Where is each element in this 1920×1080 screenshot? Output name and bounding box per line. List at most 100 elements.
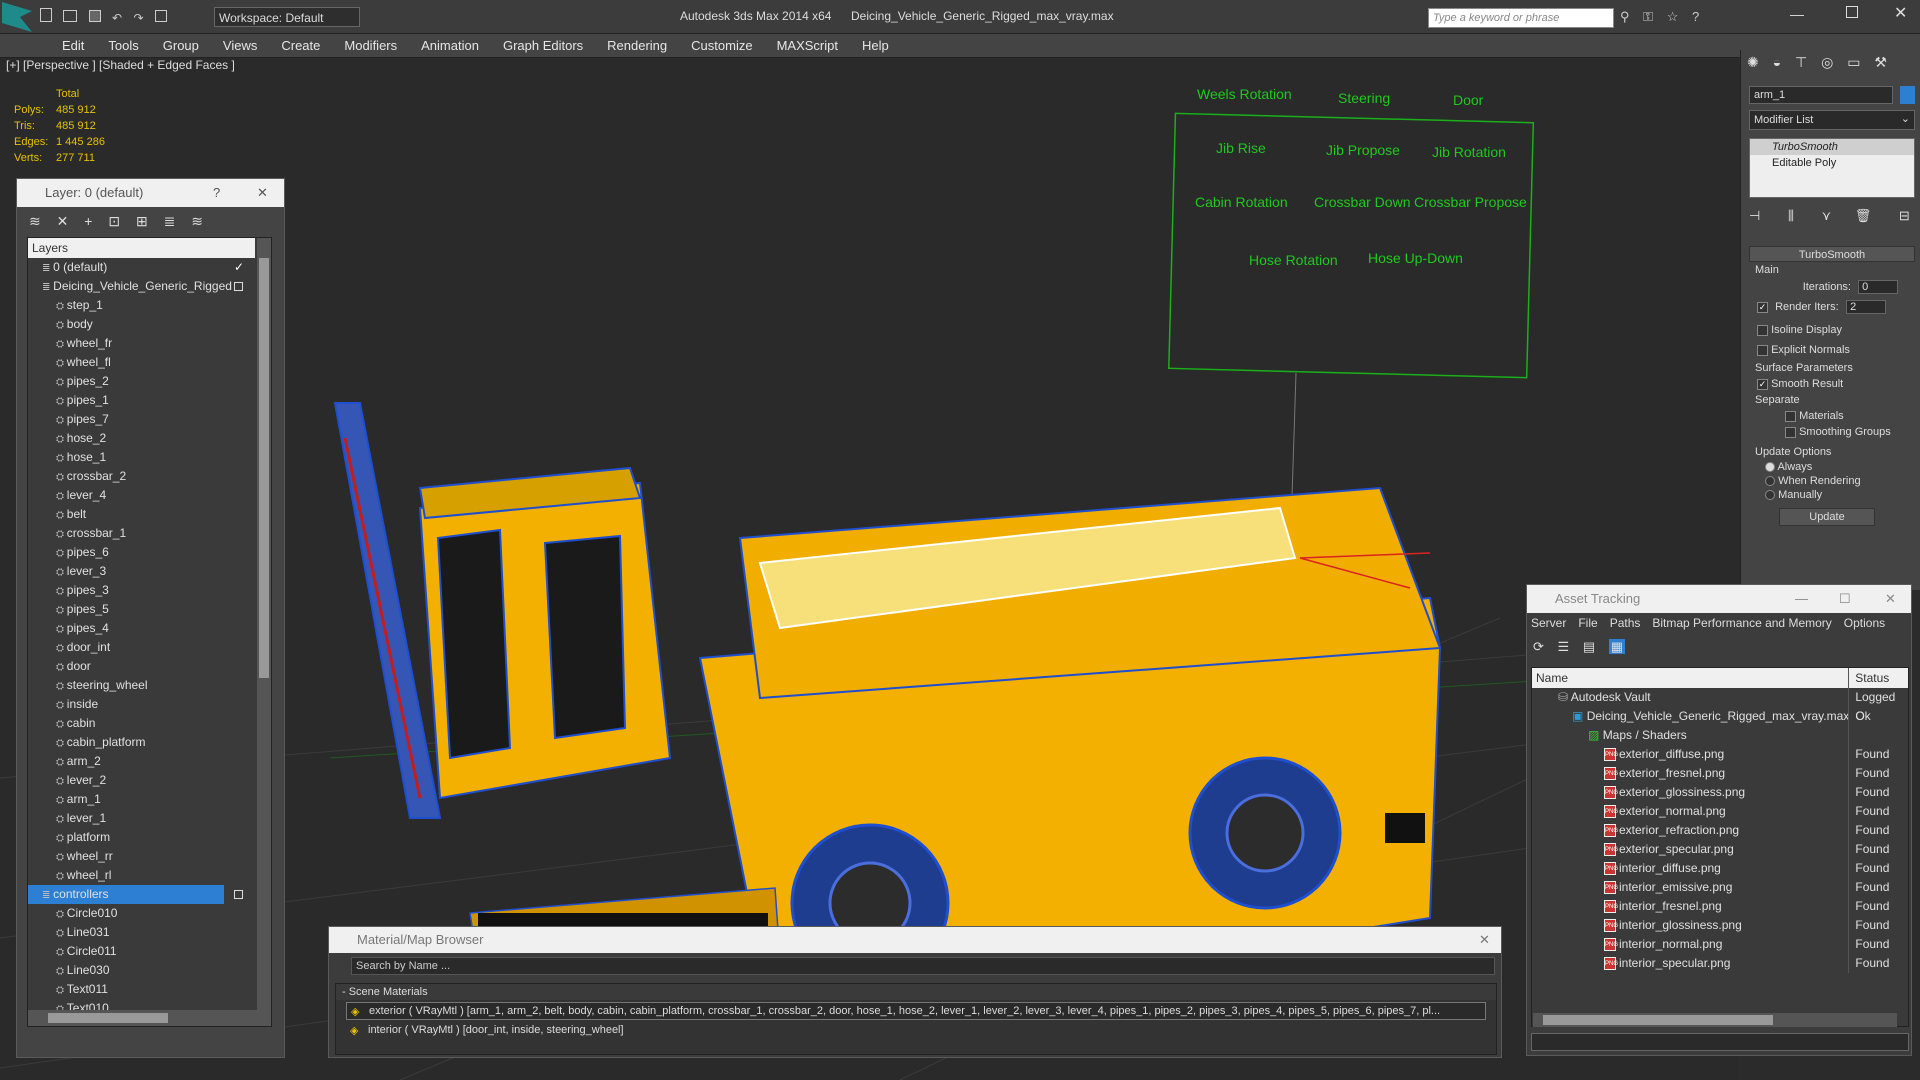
layer-row[interactable]: ⛭ lever_1 [28,809,255,828]
layer-row[interactable]: ⛭ pipes_3 [28,581,255,600]
detail-view-icon[interactable]: ▤ [1583,639,1595,654]
hold-icon[interactable] [154,10,167,22]
table-row[interactable]: PNGexterior_diffuse.png Found [1532,745,1908,764]
layer-row[interactable]: ⛭ arm_1 [28,790,255,809]
undo-icon[interactable]: ↶ [112,11,122,25]
board-label-crossbar-down[interactable]: Crossbar Down [1314,194,1410,210]
table-row[interactable]: PNGexterior_refraction.png Found [1532,821,1908,840]
hierarchy-tab-icon[interactable]: ⊤ [1795,54,1807,70]
configure-sets-icon[interactable]: ⊟ [1899,208,1910,223]
always-radio[interactable] [1765,462,1775,473]
key-icon[interactable]: ⚿ [1643,9,1653,24]
menu-item-graph-editors[interactable]: Graph Editors [491,34,595,57]
layer-row[interactable]: ⛭ wheel_rl [28,866,255,885]
menu-item-rendering[interactable]: Rendering [595,34,679,57]
manually-radio[interactable] [1765,490,1775,501]
table-view-icon[interactable]: ▦ [1608,639,1626,654]
layer-row[interactable]: ⛭ Line030 [28,961,255,980]
asset-menu-bitmap-performance-and-memory[interactable]: Bitmap Performance and Memory [1652,616,1831,630]
object-color-swatch[interactable] [1900,86,1915,104]
asset-menu-server[interactable]: Server [1531,616,1566,630]
set-current-layer-icon[interactable]: ≣ [164,213,176,229]
explicit-normals-checkbox[interactable] [1757,344,1768,356]
layer-row[interactable]: ⛭ wheel_fl [28,353,255,372]
menu-item-customize[interactable]: Customize [679,34,764,57]
smooth-result-checkbox[interactable]: ✓ [1757,378,1768,390]
star-icon[interactable]: ☆ [1667,9,1679,24]
board-label-jib-rotation[interactable]: Jib Rotation [1432,144,1506,160]
pin-stack-icon[interactable]: ⊣ [1749,208,1760,223]
layer-hide-toggle[interactable] [234,890,243,899]
select-objects-icon[interactable]: ⊡ [108,213,120,229]
select-layer-icon[interactable]: ⊞ [136,213,148,229]
motion-tab-icon[interactable]: ◎ [1821,54,1833,70]
board-label-jib-propose[interactable]: Jib Propose [1326,142,1400,158]
layer-list-hscroll[interactable] [28,1010,257,1026]
maximize-button[interactable] [1846,6,1858,18]
layers-column-header[interactable]: Layers [28,238,255,258]
layer-row[interactable]: ⛭ pipes_5 [28,600,255,619]
layer-row[interactable]: ⛭ lever_2 [28,771,255,790]
list-view-icon[interactable]: ☰ [1558,639,1570,654]
utilities-tab-icon[interactable]: ⚒ [1874,54,1887,70]
layer-row[interactable]: ⛭ step_1 [28,296,255,315]
table-row[interactable]: PNGexterior_glossiness.png Found [1532,783,1908,802]
layer-row[interactable]: ⛭ cabin_platform [28,733,255,752]
binoculars-icon[interactable]: ⚲ [1620,9,1630,24]
board-label-door[interactable]: Door [1453,92,1483,108]
menu-item-tools[interactable]: Tools [96,34,150,57]
layer-row[interactable]: ⛭ hose_1 [28,448,255,467]
app-logo-icon[interactable] [2,2,32,32]
current-layer-check-icon[interactable]: ✓ [234,258,244,277]
save-file-icon[interactable] [88,10,101,22]
layer-row[interactable]: ⛭ pipes_4 [28,619,255,638]
table-row[interactable]: PNGinterior_fresnel.png Found [1532,897,1908,916]
layer-row[interactable]: ⛭ door_int [28,638,255,657]
layer-row[interactable]: ⛭ belt [28,505,255,524]
new-file-icon[interactable] [40,8,52,22]
layer-row[interactable]: ⛭ crossbar_2 [28,467,255,486]
table-row[interactable]: PNGexterior_fresnel.png Found [1532,764,1908,783]
modifier-stack-item-editable-poly[interactable]: Editable Poly [1750,155,1914,171]
render-iters-checkbox[interactable]: ✓ [1757,301,1768,313]
scene-materials-section[interactable]: - Scene Materials [336,984,1496,1000]
material-row-interior[interactable]: ◈ interior ( VRayMtl ) [door_int, inside… [346,1022,1486,1038]
layer-row[interactable]: ⛭ wheel_rr [28,847,255,866]
display-tab-icon[interactable]: ▭ [1847,54,1860,70]
material-browser-close-button[interactable]: ✕ [1479,927,1490,953]
layer-list[interactable]: Layers ≣ 0 (default) ✓ ≣ Deicing_Vehicle_G… [27,237,272,1027]
layer-row[interactable]: ⛭ door [28,657,255,676]
update-button[interactable]: Update [1779,508,1875,526]
menu-item-create[interactable]: Create [269,34,332,57]
material-search-field[interactable]: Search by Name ... [351,957,1495,975]
menu-item-animation[interactable]: Animation [409,34,491,57]
name-column-header[interactable]: Name [1532,668,1848,688]
redo-icon[interactable]: ↷ [133,11,143,25]
board-label-wheels-rotation[interactable]: Weels Rotation [1197,86,1292,102]
layer-row[interactable]: ⛭ pipes_6 [28,543,255,562]
layer-panel-close-button[interactable]: ✕ [257,179,268,207]
status-column-header[interactable]: Status [1848,668,1908,688]
table-row[interactable]: ▣ Deicing_Vehicle_Generic_Rigged_max_vra… [1532,707,1908,726]
make-unique-icon[interactable]: ⋎ [1822,208,1832,223]
materials-checkbox[interactable] [1785,410,1796,422]
asset-table-hscroll-thumb[interactable] [1543,1015,1773,1025]
smoothing-groups-checkbox[interactable] [1785,426,1796,438]
menu-item-edit[interactable]: Edit [50,34,96,57]
show-end-result-icon[interactable]: ⫼ [1788,208,1794,223]
layer-list-hscroll-thumb[interactable] [48,1013,168,1023]
render-iters-spinner[interactable]: 2 [1846,300,1887,314]
layer-row[interactable]: ⛭ inside [28,695,255,714]
modifier-stack-item-turbosmooth[interactable]: TurboSmooth [1750,139,1914,155]
layer-list-scrollbar[interactable] [257,238,271,1026]
material-row-exterior[interactable]: ◈ exterior ( VRayMtl ) [arm_1, arm_2, be… [346,1002,1486,1020]
asset-tracking-minimize-button[interactable]: — [1795,585,1808,613]
menu-item-modifiers[interactable]: Modifiers [332,34,409,57]
help-icon[interactable]: ? [1692,9,1699,24]
layer-row[interactable]: ⛭ Circle011 [28,942,255,961]
object-name-field[interactable]: arm_1 [1749,86,1893,104]
layer-row[interactable]: ⛭ Line031 [28,923,255,942]
layer-row[interactable]: ⛭ cabin [28,714,255,733]
table-row[interactable]: PNGinterior_glossiness.png Found [1532,916,1908,935]
asset-tracking-maximize-button[interactable]: ☐ [1839,585,1851,613]
